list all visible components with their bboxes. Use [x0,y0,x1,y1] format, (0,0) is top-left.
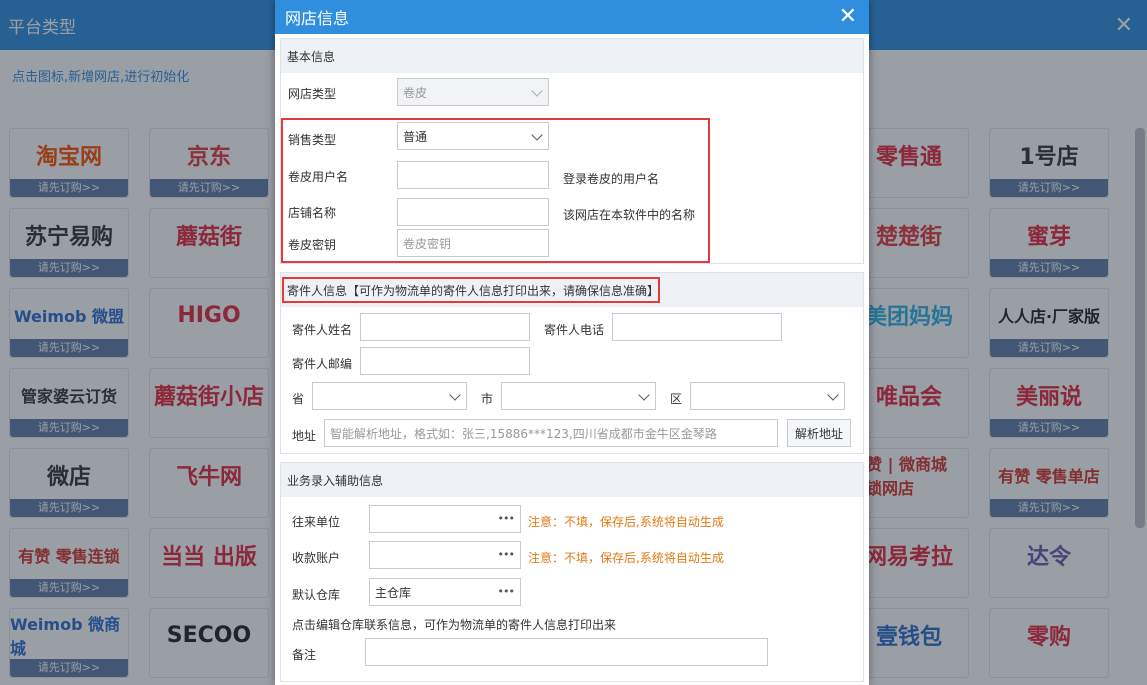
store-info-dialog: 网店信息 ✕ 基本信息 网店类型 卷皮 销售类型 普通 卷皮用户名 登录卷皮的用… [275,0,869,685]
chevron-down-icon [531,85,543,97]
warehouse-input[interactable]: 主仓库 ••• [369,578,521,606]
partner-input[interactable]: ••• [369,505,521,533]
sender-name-label: 寄件人姓名 [292,323,353,337]
section-header: 业务录入辅助信息 [281,463,863,497]
account-warning: 注意：不填，保存后,系统将自动生成 [528,551,724,565]
address-placeholder: 智能解析地址，格式如：张三,15886***123,四川省成都市金牛区金琴路 [330,426,717,441]
remark-label: 备注 [292,648,317,662]
warehouse-label: 默认仓库 [292,588,341,602]
sender-zip-input[interactable] [360,347,530,375]
parse-address-button[interactable]: 解析地址 [787,419,851,447]
city-label: 市 [481,392,494,406]
address-input[interactable]: 智能解析地址，格式如：张三,15886***123,四川省成都市金牛区金琴路 [324,419,778,447]
sender-info-section: 寄件人信息【可作为物流单的寄件人信息打印出来，请确保信息准确】 寄件人姓名 寄件… [280,272,864,454]
account-label: 收款账户 [292,551,341,565]
highlight-box [281,118,710,263]
sender-name-input[interactable] [360,313,530,341]
chevron-down-icon [827,389,839,401]
more-icon[interactable]: ••• [498,512,515,525]
account-input[interactable]: ••• [369,541,521,569]
section-header: 基本信息 [281,39,863,73]
dialog-title: 网店信息 [285,9,350,28]
store-type-select: 卷皮 [397,78,549,106]
basic-info-section: 基本信息 网店类型 卷皮 销售类型 普通 卷皮用户名 登录卷皮的用户名 店铺名称… [280,38,864,264]
dialog-titlebar: 网店信息 ✕ [275,0,869,34]
highlight-box [282,277,660,303]
district-select[interactable] [690,382,845,410]
sender-phone-input[interactable] [612,313,782,341]
sender-zip-label: 寄件人邮编 [292,357,353,371]
warehouse-value: 主仓库 [375,585,412,600]
chevron-down-icon [449,389,461,401]
province-select[interactable] [312,382,467,410]
partner-warning: 注意：不填，保存后,系统将自动生成 [528,515,724,529]
store-type-label: 网店类型 [288,87,337,101]
city-select[interactable] [501,382,656,410]
remark-input[interactable] [365,638,768,666]
district-label: 区 [670,392,683,406]
close-icon[interactable]: ✕ [839,6,857,28]
store-type-value: 卷皮 [403,85,428,100]
more-icon[interactable]: ••• [498,548,515,561]
sender-phone-label: 寄件人电话 [544,323,605,337]
warehouse-edit-link[interactable]: 点击编辑仓库联系信息，可作为物流单的寄件人信息打印出来 [292,616,616,633]
partner-label: 往来单位 [292,515,341,529]
chevron-down-icon [638,389,650,401]
business-info-section: 业务录入辅助信息 往来单位 ••• 注意：不填，保存后,系统将自动生成 收款账户… [280,462,864,682]
more-icon[interactable]: ••• [498,585,515,598]
address-label: 地址 [292,429,317,443]
province-label: 省 [292,392,305,406]
